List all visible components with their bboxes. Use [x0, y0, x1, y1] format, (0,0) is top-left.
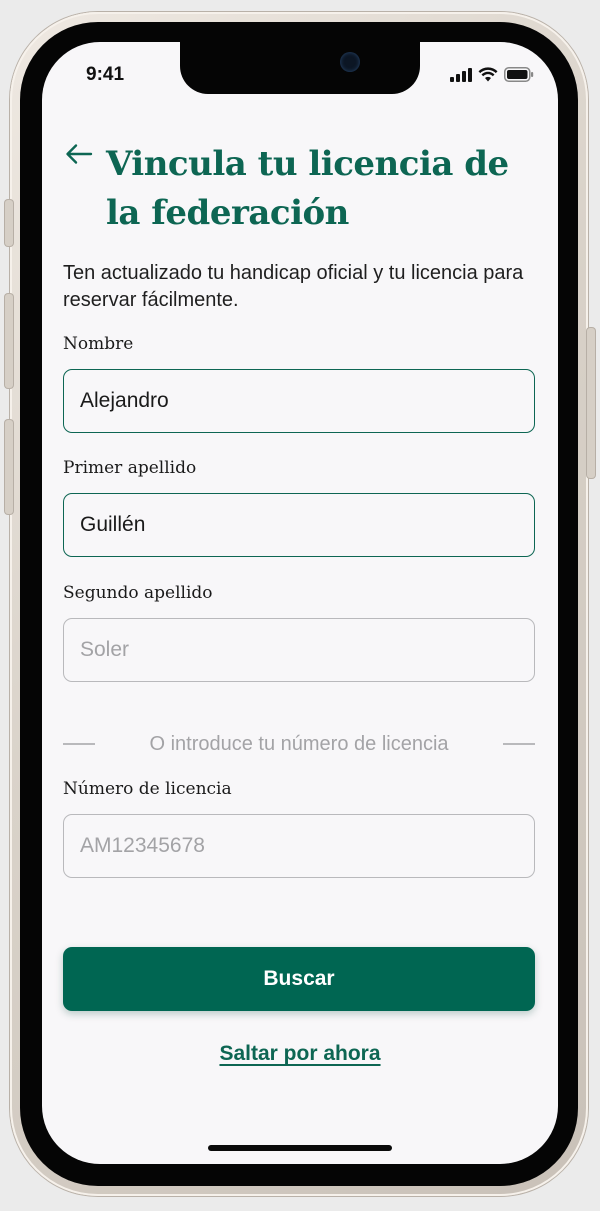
- segundo-apellido-label: Segundo apellido: [63, 583, 213, 603]
- wifi-icon: [478, 67, 498, 82]
- divider-line-left: [63, 743, 95, 745]
- battery-icon: [504, 67, 534, 82]
- ring-switch: [5, 200, 13, 246]
- or-divider: O introduce tu número de licencia: [63, 732, 535, 756]
- skip-link[interactable]: Saltar por ahora: [42, 1042, 558, 1066]
- status-icons: [450, 67, 534, 82]
- nombre-input[interactable]: [63, 369, 535, 433]
- page-subtitle: Ten actualizado tu handicap oficial y tu…: [63, 262, 524, 311]
- divider-line-right: [503, 743, 535, 745]
- arrow-left-icon[interactable]: [64, 142, 94, 166]
- volume-down-button: [5, 420, 13, 514]
- power-button: [587, 328, 595, 478]
- volume-up-button: [5, 294, 13, 388]
- home-indicator: [208, 1145, 392, 1151]
- divider-text: O introduce tu número de licencia: [149, 732, 449, 755]
- segundo-apellido-input[interactable]: [63, 618, 535, 682]
- primer-apellido-input[interactable]: [63, 493, 535, 557]
- page-title: Vincula tu licencia de la federación: [106, 144, 509, 233]
- status-time: 9:41: [86, 64, 125, 85]
- search-button[interactable]: Buscar: [63, 947, 535, 1011]
- app-screen: 9:41 Vincula tu licencia de la federació…: [42, 42, 558, 1164]
- camera-icon: [340, 52, 360, 72]
- primer-apellido-label: Primer apellido: [63, 458, 197, 478]
- nombre-label: Nombre: [63, 334, 134, 354]
- licencia-input[interactable]: [63, 814, 535, 878]
- cellular-signal-icon: [450, 67, 472, 82]
- notch: [180, 42, 420, 94]
- licencia-label: Número de licencia: [63, 779, 232, 799]
